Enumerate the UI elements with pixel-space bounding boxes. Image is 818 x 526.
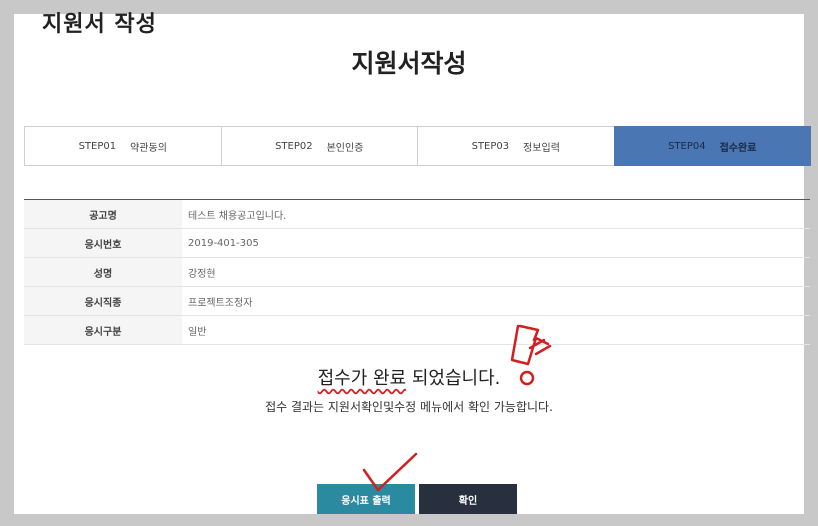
table-row: 공고명 테스트 채용공고입니다. xyxy=(24,200,810,229)
step-indicator: STEP01 약관동의 STEP02 본인인증 STEP03 정보입력 STEP… xyxy=(24,126,811,166)
page-title: 지원서작성 xyxy=(351,49,467,78)
row-value: 강정현 xyxy=(188,268,216,280)
table-row: 응시직종 프로젝트조정자 xyxy=(24,287,810,316)
application-info-table: 공고명 테스트 채용공고입니다. 응시번호 2019-401-305 성명 강정… xyxy=(24,199,810,345)
step-4-active: STEP04 접수완료 xyxy=(613,126,811,166)
step-1-number: STEP01 xyxy=(78,140,117,152)
row-label: 공고명 xyxy=(24,200,182,228)
row-value: 일반 xyxy=(188,326,207,338)
step-2-label: 본인인증 xyxy=(326,142,364,154)
step-4-number: STEP04 xyxy=(668,140,706,152)
step-3-label: 정보입력 xyxy=(523,142,560,154)
row-label: 성명 xyxy=(24,258,182,286)
step-1: STEP01 약관동의 xyxy=(24,126,222,166)
table-row: 성명 강정현 xyxy=(24,258,810,287)
action-buttons: 응시표 출력 확인 xyxy=(317,484,517,514)
step-3: STEP03 정보입력 xyxy=(417,126,615,166)
row-label: 응시구분 xyxy=(24,316,182,344)
completion-submessage: 접수 결과는 지원서확인및수정 메뉴에서 확인 가능합니다. xyxy=(265,400,553,414)
content-panel: 지원서작성 STEP01 약관동의 STEP02 본인인증 STEP03 정보입… xyxy=(14,14,811,514)
row-label: 응시번호 xyxy=(24,229,182,257)
step-2-number: STEP02 xyxy=(275,140,313,152)
step-4-label: 접수완료 xyxy=(719,142,757,154)
table-row: 응시번호 2019-401-305 xyxy=(24,229,810,258)
step-1-label: 약관동의 xyxy=(130,142,167,154)
row-value: 프로젝트조정자 xyxy=(188,297,253,309)
row-label: 응시직종 xyxy=(24,287,182,315)
row-value: 2019-401-305 xyxy=(188,237,259,249)
table-row: 응시구분 일반 xyxy=(24,316,810,345)
print-ticket-button[interactable]: 응시표 출력 xyxy=(317,484,415,514)
completion-rest: 되었습니다. xyxy=(406,368,501,389)
completion-message: 접수가 완료 되었습니다. xyxy=(14,364,804,390)
step-3-number: STEP03 xyxy=(471,140,510,152)
completion-highlight: 접수가 완료 xyxy=(317,368,407,389)
step-2: STEP02 본인인증 xyxy=(220,126,418,166)
row-value: 테스트 채용공고입니다. xyxy=(188,210,287,222)
overlay-title: 지원서 작성 xyxy=(42,12,157,37)
confirm-button[interactable]: 확인 xyxy=(419,484,517,514)
